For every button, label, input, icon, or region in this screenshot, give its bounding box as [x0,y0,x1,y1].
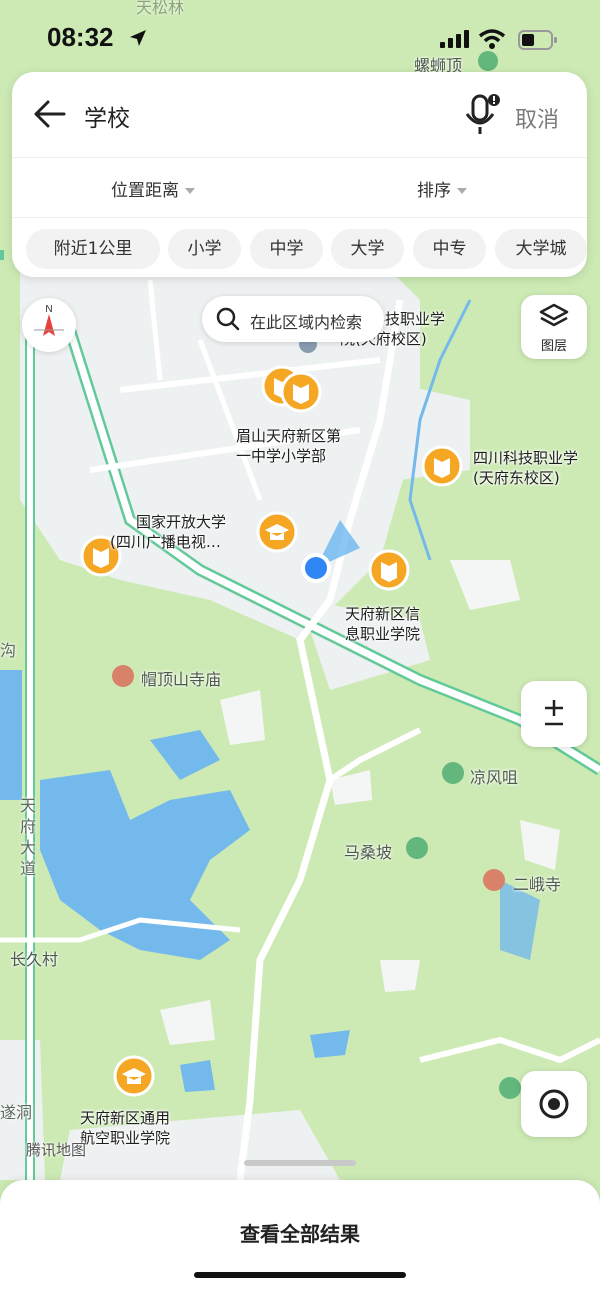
wifi-icon [478,29,506,49]
zoom-icon [545,700,563,726]
chip-primary-school[interactable]: 小学 [168,229,241,269]
layers-label: 图层 [540,339,567,354]
temple-icon [112,665,134,687]
divider [12,157,587,158]
battery-icon [518,30,557,50]
school-pin[interactable] [280,371,322,413]
poi-label[interactable]: 国家开放大学 (四川广播电视… [110,512,226,552]
chip-university[interactable]: 大学 [331,229,404,269]
university-pin[interactable] [256,511,298,553]
poi-label[interactable]: 天府新区信 息职业学院 [345,604,420,644]
poi-label[interactable]: 四川科技职业学 (天府东校区) [473,448,578,488]
view-all-results-button[interactable]: 查看全部结果 [0,1218,600,1247]
status-bar: 08:32 [0,0,600,70]
signal-icon [440,30,469,48]
place-label: 帽顶山寺庙 [141,670,222,689]
mountain-icon [442,762,464,784]
zoom-button[interactable] [521,681,587,747]
school-pin[interactable] [421,445,463,487]
chip-vocational-school[interactable]: 中专 [413,229,486,269]
cancel-button[interactable]: 取消 [515,102,559,134]
chip-nearby-1km[interactable]: 附近1公里 [26,229,160,269]
distance-filter[interactable]: 位置距离 [111,176,195,201]
chip-university-town[interactable]: 大学城 [495,229,587,269]
sheet-drag-handle[interactable] [244,1160,356,1166]
locate-icon [539,1089,569,1119]
place-label: 凉风咀 [470,768,519,787]
place-label: 马桑坡 [344,843,393,862]
chip-middle-school[interactable]: 中学 [250,229,323,269]
search-query[interactable]: 学校 [84,99,130,133]
divider [12,217,587,218]
mountain-icon [406,837,428,859]
compass-button[interactable]: N [22,298,76,352]
place-label: 二峨寺 [513,875,562,894]
layers-icon [539,303,569,327]
location-arrow-icon [130,30,146,46]
layers-button[interactable]: 图层 [521,295,587,359]
university-pin[interactable] [113,1055,155,1097]
back-arrow-icon[interactable] [30,94,70,134]
home-indicator [194,1272,406,1278]
road-label: 天府大道 [20,796,37,878]
school-pin[interactable] [368,549,410,591]
svg-text:N: N [45,304,52,315]
road-label: 遂洞 [0,1103,33,1122]
dropdown-arrow-icon [185,188,195,194]
mountain-icon [499,1077,521,1099]
status-time: 08:32 [47,22,114,52]
sort-filter[interactable]: 排序 [417,176,467,201]
microphone-icon[interactable] [462,92,502,138]
poi-label[interactable]: 天府新区通用 航空职业学院 [80,1108,170,1148]
search-panel: 学校 取消 位置距离 排序 附近1公里 小学 中学 大学 中专 大学城 [12,72,587,277]
search-icon [216,307,240,331]
place-label: 长久村 [10,950,59,969]
search-this-area-button[interactable]: 在此区域内检索 [202,296,384,342]
poi-label[interactable]: 眉山天府新区第 一中学小学部 [236,426,341,466]
bottom-sheet: 查看全部结果 [0,1180,600,1291]
my-location-button[interactable] [521,1071,587,1137]
temple-icon [483,869,505,891]
compass-icon: N [34,304,64,336]
road-label: 沟 [0,641,17,660]
map-watermark: 腾讯地图 [26,1141,87,1159]
dropdown-arrow-icon [457,188,467,194]
